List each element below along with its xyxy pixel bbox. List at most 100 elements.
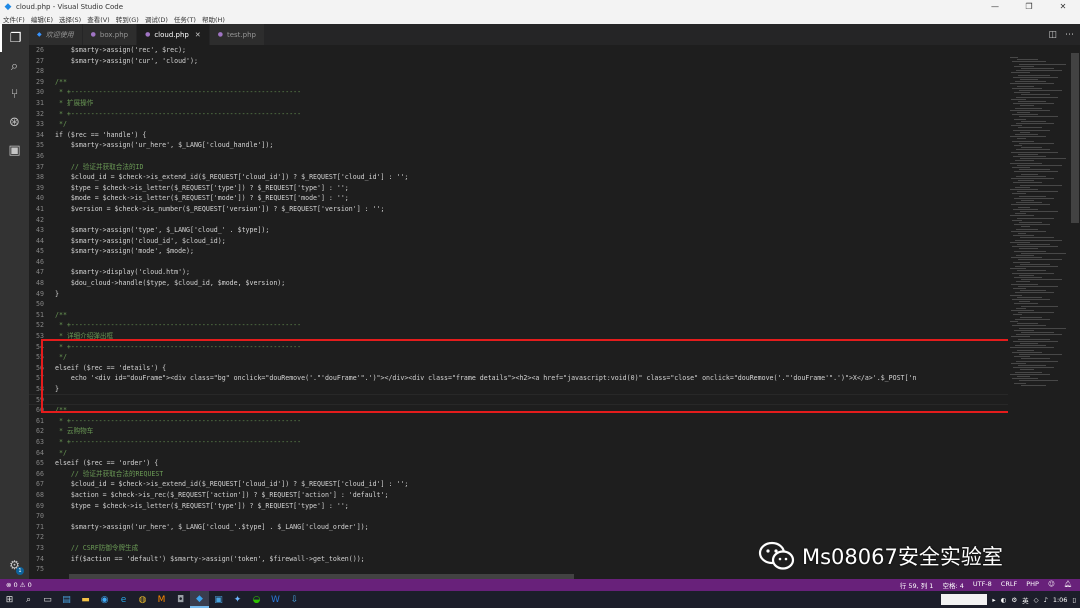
code-line[interactable]: 37 // 验证并获取合法的ID — [29, 162, 1029, 173]
menu-selection[interactable]: 选择(S) — [59, 14, 81, 24]
settings-gear-icon[interactable]: ⚙ 1 — [0, 555, 29, 575]
menu-help[interactable]: 帮助(H) — [202, 14, 225, 24]
code-line[interactable]: 70 — [29, 511, 1029, 522]
menu-debug[interactable]: 调试(D) — [145, 14, 168, 24]
clock[interactable]: 1:06 — [1053, 596, 1068, 604]
edge-browser-icon[interactable]: e — [114, 591, 133, 608]
app-icon[interactable]: M — [152, 591, 171, 608]
code-line[interactable]: 29 /** — [29, 77, 1029, 88]
code-line[interactable]: 43 $smarty->assign('type', $_LANG['cloud… — [29, 225, 1029, 236]
more-actions-icon[interactable]: ⋯ — [1065, 30, 1074, 40]
scrollbar-thumb[interactable] — [1071, 53, 1079, 223]
code-line[interactable]: 50 — [29, 299, 1029, 310]
code-line[interactable]: 41 $version = $check->is_number($_REQUES… — [29, 204, 1029, 215]
code-line[interactable]: 59 — [29, 395, 1029, 406]
code-line[interactable]: 46 — [29, 257, 1029, 268]
code-line[interactable]: 35 $smarty->assign('ur_here', $_LANG['cl… — [29, 140, 1029, 151]
task-view-icon[interactable]: ▭ — [38, 591, 57, 608]
tray-icon[interactable]: ◐ — [1001, 596, 1007, 604]
code-line[interactable]: 36 — [29, 151, 1029, 162]
code-line[interactable]: 68 $action = $check->is_rec($_REQUEST['a… — [29, 490, 1029, 501]
app-icon[interactable]: ◉ — [95, 591, 114, 608]
problems-indicator[interactable]: ⊗ 0 ⚠ 0 — [0, 581, 900, 589]
code-line[interactable]: 56 elseif ($rec == 'details') { — [29, 363, 1029, 374]
code-line[interactable]: 27 $smarty->assign('cur', 'cloud'); — [29, 56, 1029, 67]
menu-tasks[interactable]: 任务(T) — [174, 14, 196, 24]
code-line[interactable]: 42 — [29, 215, 1029, 226]
notifications-icon[interactable]: ▯ — [1072, 596, 1076, 604]
code-line[interactable]: 67 $cloud_id = $check->is_extend_id($_RE… — [29, 479, 1029, 490]
code-line[interactable]: 63 * +----------------------------------… — [29, 437, 1029, 448]
file-explorer-icon[interactable]: ▬ — [76, 591, 95, 608]
code-line[interactable]: 64 */ — [29, 448, 1029, 459]
code-line[interactable]: 44 $smarty->assign('cloud_id', $cloud_id… — [29, 236, 1029, 247]
tray-search-box[interactable] — [941, 594, 988, 605]
code-line[interactable]: 26 $smarty->assign('rec', $rec); — [29, 45, 1029, 56]
code-line[interactable]: 40 $mode = $check->is_letter($_REQUEST['… — [29, 193, 1029, 204]
code-line[interactable]: 69 $type = $check->is_letter($_REQUEST['… — [29, 501, 1029, 512]
code-line[interactable]: 51 /** — [29, 310, 1029, 321]
menu-goto[interactable]: 转到(G) — [116, 14, 139, 24]
code-line[interactable]: 54 * +----------------------------------… — [29, 342, 1029, 353]
code-line[interactable]: 71 $smarty->assign('ur_here', $_LANG['cl… — [29, 522, 1029, 533]
menu-file[interactable]: 文件(F) — [3, 14, 25, 24]
vertical-scrollbar[interactable] — [1070, 45, 1080, 579]
code-line[interactable]: 49} — [29, 289, 1029, 300]
taskbar-search-icon[interactable]: ⌕ — [19, 591, 38, 608]
tab-box-php[interactable]: ● box.php — [82, 24, 138, 45]
extensions-icon[interactable]: ▣ — [0, 136, 29, 164]
restore-icon[interactable]: ❐ — [1012, 0, 1046, 13]
code-line[interactable]: 38 $cloud_id = $check->is_extend_id($_RE… — [29, 172, 1029, 183]
feedback-icon[interactable]: ☺ — [1048, 580, 1055, 590]
explorer-icon[interactable]: ❐ — [0, 24, 29, 52]
app-icon[interactable]: ✦ — [228, 591, 247, 608]
cursor-position[interactable]: 行 59, 列 1 — [900, 580, 934, 590]
code-line[interactable]: 47 $smarty->display('cloud.htm'); — [29, 267, 1029, 278]
app-icon[interactable]: ◘ — [171, 591, 190, 608]
line-ending[interactable]: CRLF — [1001, 580, 1017, 590]
tab-cloud-php[interactable]: ● cloud.php ✕ — [137, 24, 210, 45]
notification-bell-icon[interactable]: 🔔︎ — [1064, 580, 1072, 590]
code-line[interactable]: 62 * 云购物车 — [29, 426, 1029, 437]
code-line[interactable]: 30 * +----------------------------------… — [29, 87, 1029, 98]
network-icon[interactable]: ◇ — [1034, 596, 1039, 604]
code-line[interactable]: 55 */ — [29, 352, 1029, 363]
windows-start-icon[interactable]: ⊞ — [0, 591, 19, 608]
code-line[interactable]: 39 $type = $check->is_letter($_REQUEST['… — [29, 183, 1029, 194]
indentation[interactable]: 空格: 4 — [942, 580, 963, 590]
code-line[interactable]: 57 echo '<div id="douFrame"><div class="… — [29, 373, 1029, 384]
search-icon[interactable]: ⌕ — [0, 52, 29, 80]
code-line[interactable]: 34 if ($rec == 'handle') { — [29, 130, 1029, 141]
download-icon[interactable]: ⇩ — [285, 591, 304, 608]
file-encoding[interactable]: UTF-8 — [973, 580, 992, 590]
tab-test-php[interactable]: ● test.php — [209, 24, 265, 45]
app-icon[interactable]: ▣ — [209, 591, 228, 608]
menu-edit[interactable]: 编辑(E) — [31, 14, 53, 24]
code-line[interactable]: 61 * +----------------------------------… — [29, 416, 1029, 427]
code-line[interactable]: 53 * 详细介绍弹出框 — [29, 331, 1029, 342]
word-icon[interactable]: W — [266, 591, 285, 608]
wechat-taskbar-icon[interactable]: ◒ — [247, 591, 266, 608]
code-line[interactable]: 65 elseif ($rec == 'order') { — [29, 458, 1029, 469]
code-line[interactable]: 48 $dou_cloud->handle($type, $cloud_id, … — [29, 278, 1029, 289]
close-icon[interactable]: ✕ — [1046, 0, 1080, 13]
code-lines[interactable]: 26 $smarty->assign('rec', $rec); 27 $smar… — [29, 45, 1029, 575]
code-line[interactable]: 28 — [29, 66, 1029, 77]
tab-close-icon[interactable]: ✕ — [195, 31, 201, 39]
code-line[interactable]: 31 * 扩展操作 — [29, 98, 1029, 109]
minimap[interactable] — [1008, 45, 1070, 579]
tray-icon[interactable]: ▸ — [992, 596, 995, 604]
ime-indicator[interactable]: 英 — [1022, 595, 1029, 605]
tray-icon[interactable]: ⚙ — [1011, 596, 1017, 604]
vscode-taskbar-icon[interactable]: ◆ — [190, 591, 209, 608]
code-line[interactable]: 66 // 验证并获取合法的REQUEST — [29, 469, 1029, 480]
code-line[interactable]: 58} — [29, 384, 1029, 395]
code-line[interactable]: 45 $smarty->assign('mode', $mode); — [29, 246, 1029, 257]
split-editor-icon[interactable]: ◫ — [1048, 30, 1057, 40]
minimize-icon[interactable]: — — [978, 0, 1012, 13]
code-line[interactable]: 32 * +----------------------------------… — [29, 109, 1029, 120]
debug-icon[interactable]: ⊛ — [0, 108, 29, 136]
code-line[interactable]: 33 */ — [29, 119, 1029, 130]
tab-welcome[interactable]: ◆ 欢迎使用 — [29, 24, 83, 45]
source-control-icon[interactable]: ⑂ — [0, 80, 29, 108]
